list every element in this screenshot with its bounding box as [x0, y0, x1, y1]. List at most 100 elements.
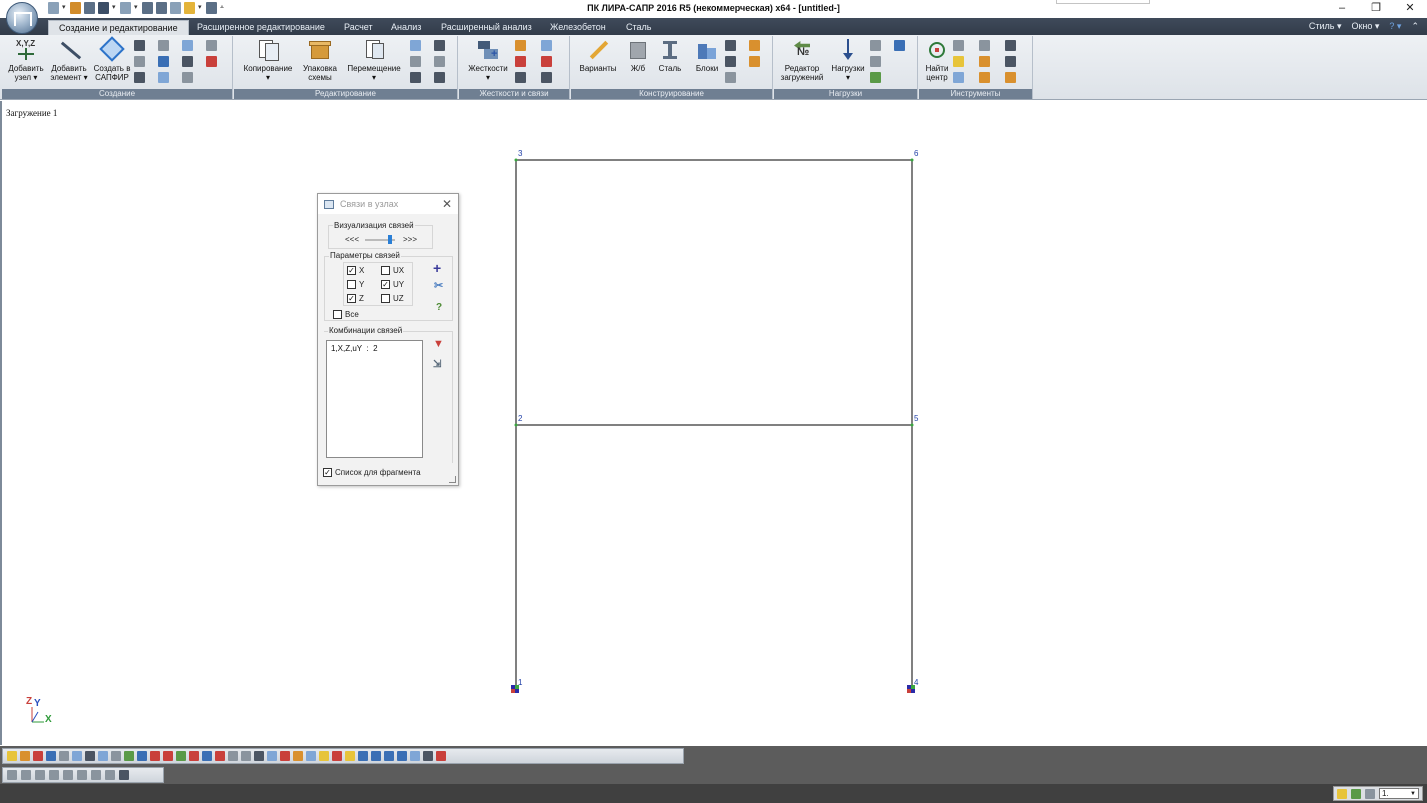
tab-create-edit[interactable]: Создание и редактирование	[48, 20, 189, 35]
mesh-icon[interactable]	[163, 751, 173, 761]
window-menu[interactable]: Окно ▾	[1351, 21, 1379, 32]
checkbox-ux[interactable]: UX	[381, 266, 404, 275]
load-editor-button[interactable]: № Редактор загружений	[778, 39, 826, 82]
variants-button[interactable]: Варианты	[577, 39, 619, 73]
reinforced-concrete-button[interactable]: Ж/б	[623, 39, 653, 73]
checkbox-uz[interactable]: UZ	[381, 294, 404, 303]
marker-icon[interactable]	[332, 751, 342, 761]
restraint-combinations-list[interactable]: 1,X,Z,uY : 2	[326, 340, 423, 458]
add-node-button[interactable]: X,Y,Z Добавить узел ▾	[6, 39, 46, 82]
projection-icon[interactable]	[111, 751, 121, 761]
truss-icon[interactable]	[134, 56, 145, 67]
loads-button[interactable]: Нагрузки ▾	[828, 39, 868, 82]
measure-icon[interactable]	[306, 751, 316, 761]
copy-button[interactable]: Копирование ▾	[240, 39, 296, 82]
mirror-icon[interactable]	[410, 56, 421, 67]
ribbon-collapse-icon[interactable]: ⌃	[1411, 21, 1419, 32]
view-bottom-icon[interactable]	[91, 770, 101, 780]
dialog-title-bar[interactable]: Связи в узлах ✕	[318, 194, 458, 214]
help-icon[interactable]: ? ▾	[1389, 21, 1401, 32]
visual-style-icon[interactable]	[254, 751, 264, 761]
pencil-icon[interactable]	[319, 751, 329, 761]
numbers-icon[interactable]	[189, 751, 199, 761]
node-marker[interactable]	[910, 423, 914, 427]
tab-analysis[interactable]: Анализ	[391, 20, 421, 35]
coordinate-z-icon[interactable]	[397, 751, 407, 761]
rigid-insert-icon[interactable]	[515, 40, 526, 51]
flag-icon[interactable]	[176, 751, 186, 761]
view-front-icon[interactable]	[7, 770, 17, 780]
grid-options-icon[interactable]	[1005, 72, 1016, 83]
pattern-icon[interactable]	[182, 72, 193, 83]
close-button[interactable]: ✕	[1393, 0, 1427, 18]
view-side-icon[interactable]	[21, 770, 31, 780]
create-in-sapfir-button[interactable]: Создать в САПФИР	[92, 36, 132, 82]
mesh-icon[interactable]	[182, 56, 193, 67]
fragment-view-icon[interactable]	[241, 751, 251, 761]
section-view-icon[interactable]	[979, 56, 990, 67]
scissors-icon[interactable]	[410, 40, 421, 51]
arrow-down-icon[interactable]	[1365, 788, 1375, 799]
rotate-view-icon[interactable]	[59, 751, 69, 761]
select-icon[interactable]	[434, 56, 445, 67]
table-icon[interactable]	[202, 751, 212, 761]
pan-icon[interactable]	[20, 751, 30, 761]
fragment-icon[interactable]	[33, 751, 43, 761]
layers-icon[interactable]	[228, 751, 238, 761]
visualization-next-button[interactable]: >>>	[403, 235, 417, 244]
select-icon[interactable]	[7, 751, 17, 761]
sigma-icon[interactable]	[1005, 40, 1016, 51]
anchor-icon[interactable]	[358, 751, 368, 761]
load-case-icon[interactable]	[870, 40, 881, 51]
stiffness-button[interactable]: + Жесткости ▾	[465, 39, 511, 82]
node-icon[interactable]	[124, 751, 134, 761]
group-icon[interactable]	[725, 56, 736, 67]
grid-icon[interactable]	[134, 40, 145, 51]
blocks-button[interactable]: Блоки	[691, 39, 723, 73]
highlight-icon[interactable]	[215, 751, 225, 761]
arch-icon[interactable]	[158, 40, 169, 51]
spring-icon[interactable]	[541, 72, 552, 83]
delete-icon[interactable]	[280, 751, 290, 761]
filter-icon[interactable]: ▼	[433, 338, 444, 350]
orbit-icon[interactable]	[98, 751, 108, 761]
support-icon[interactable]	[515, 56, 526, 67]
frame-icon[interactable]	[134, 72, 145, 83]
scissors-icon[interactable]: ✂	[434, 279, 443, 292]
distributed-load-icon[interactable]	[870, 56, 881, 67]
table-icon[interactable]	[979, 40, 990, 51]
view-top-icon[interactable]	[35, 770, 45, 780]
select-pointer-icon[interactable]: ⇲	[433, 359, 441, 370]
tab-calculation[interactable]: Расчет	[344, 20, 373, 35]
filter-icon[interactable]	[953, 56, 964, 67]
load-table-icon[interactable]	[894, 40, 905, 51]
design-options-icon[interactable]	[725, 72, 736, 83]
node-marker[interactable]	[910, 158, 914, 162]
zoom-fit-icon[interactable]	[72, 751, 82, 761]
node-marker[interactable]	[514, 423, 518, 427]
cut-icon[interactable]	[434, 72, 445, 83]
book-icon[interactable]	[1005, 56, 1016, 67]
slider-thumb[interactable]	[388, 235, 392, 244]
tab-advanced-edit[interactable]: Расширенное редактирование	[197, 20, 325, 35]
node-marker[interactable]	[514, 158, 518, 162]
view-3d-icon[interactable]	[119, 770, 129, 780]
visualization-prev-button[interactable]: <<<	[345, 235, 359, 244]
brush-icon[interactable]	[293, 751, 303, 761]
scale-select[interactable]: 1. ▼	[1379, 788, 1419, 799]
find-center-button[interactable]: Найти центр	[923, 39, 951, 82]
split-icon[interactable]	[434, 40, 445, 51]
move-button[interactable]: Перемещение ▾	[344, 39, 404, 82]
restore-button[interactable]: ❐	[1359, 0, 1393, 18]
refresh-icon[interactable]	[423, 751, 433, 761]
hinge-icon[interactable]	[541, 40, 552, 51]
move-view-icon[interactable]	[85, 751, 95, 761]
minimize-button[interactable]: –	[1325, 0, 1359, 18]
section-icon[interactable]	[749, 40, 760, 51]
checkbox-fragment-list[interactable]: ✓ Список для фрагмента	[323, 468, 421, 477]
checkbox-z[interactable]: ✓ Z	[347, 294, 364, 303]
calculator-icon[interactable]	[953, 72, 964, 83]
checkbox-y[interactable]: Y	[347, 280, 364, 289]
angle-icon[interactable]	[436, 751, 446, 761]
stairs-icon[interactable]	[206, 40, 217, 51]
